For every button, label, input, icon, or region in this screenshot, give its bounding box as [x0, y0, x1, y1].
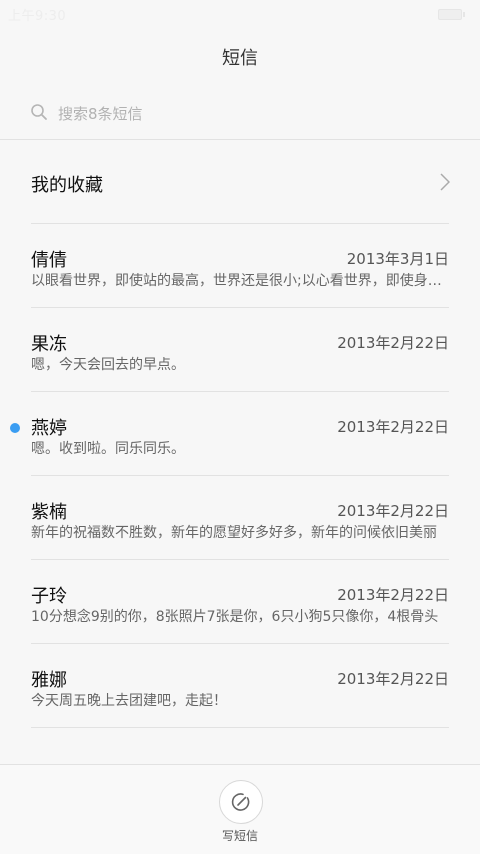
chevron-right-icon: [440, 173, 450, 191]
message-list: 倩倩 2013年3月1日 以眼看世界，即使站的最高，世界还是很小;以心看世界，即…: [0, 224, 480, 728]
thread-row[interactable]: 子玲 2013年2月22日 10分想念9别的你，8张照片7张是你，6只小狗5只像…: [0, 560, 480, 644]
thread-row[interactable]: 倩倩 2013年3月1日 以眼看世界，即使站的最高，世界还是很小;以心看世界，即…: [0, 224, 480, 308]
search-bar[interactable]: 搜索8条短信: [30, 100, 450, 128]
message-preview: 嗯。收到啦。同乐同乐。: [31, 441, 185, 457]
contact-name: 紫楠: [31, 502, 67, 523]
bottom-bar: 写短信: [0, 764, 480, 854]
message-date: 2013年2月22日: [337, 502, 449, 520]
search-placeholder[interactable]: 搜索8条短信: [58, 103, 143, 124]
unread-dot-icon: [10, 423, 20, 433]
message-date: 2013年2月22日: [337, 334, 449, 352]
contact-name: 雅娜: [31, 670, 67, 691]
message-preview: 嗯，今天会回去的早点。: [31, 357, 185, 373]
page-title: 短信: [222, 48, 258, 69]
search-icon: [31, 104, 47, 120]
compose-icon: [231, 793, 250, 811]
message-preview: 新年的祝福数不胜数，新年的愿望好多好多，新年的问候依旧美丽: [31, 525, 437, 541]
message-preview: 以眼看世界，即使站的最高，世界还是很小;以心看世界，即使身处最低处，世界也很大: [31, 273, 449, 289]
favorites-label: 我的收藏: [31, 175, 103, 196]
message-date: 2013年3月1日: [346, 250, 449, 268]
contact-name: 果冻: [31, 334, 67, 355]
message-preview: 今天周五晚上去团建吧，走起！: [31, 693, 227, 709]
compose-label: 写短信: [221, 829, 258, 843]
message-date: 2013年2月22日: [337, 586, 449, 604]
thread-row[interactable]: 雅娜 2013年2月22日 今天周五晚上去团建吧，走起！: [0, 644, 480, 728]
contact-name: 倩倩: [31, 250, 67, 271]
compose-button[interactable]: [219, 780, 263, 824]
message-preview: 10分想念9别的你，8张照片7张是你，6只小狗5只像你，4根骨头: [31, 609, 439, 625]
status-bar: 上午9:30: [0, 0, 480, 28]
message-date: 2013年2月22日: [337, 670, 449, 688]
thread-row[interactable]: 燕婷 2013年2月22日 嗯。收到啦。同乐同乐。: [0, 392, 480, 476]
message-date: 2013年2月22日: [337, 418, 449, 436]
status-time: 上午9:30: [8, 9, 67, 24]
battery-icon: [438, 9, 465, 20]
thread-row[interactable]: 紫楠 2013年2月22日 新年的祝福数不胜数，新年的愿望好多好多，新年的问候依…: [0, 476, 480, 560]
contact-name: 子玲: [31, 586, 67, 607]
thread-row[interactable]: 果冻 2013年2月22日 嗯，今天会回去的早点。: [0, 308, 480, 392]
favorites-row[interactable]: 我的收藏: [0, 140, 480, 223]
contact-name: 燕婷: [31, 418, 67, 439]
divider: [31, 727, 449, 728]
